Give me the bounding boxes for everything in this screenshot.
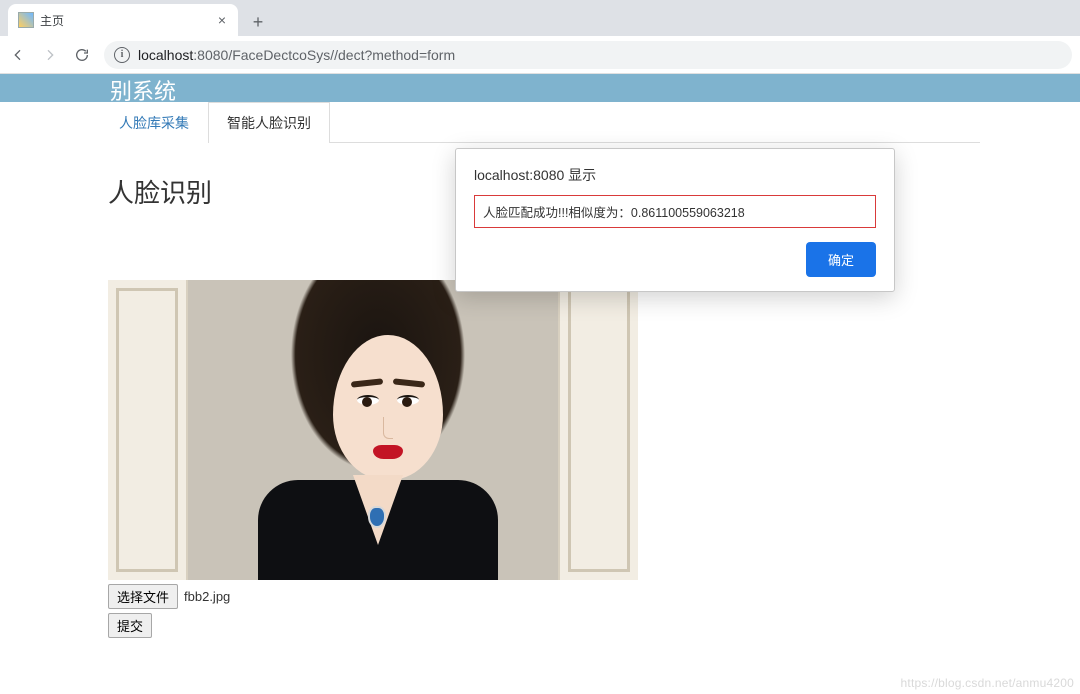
photo-bg-left (108, 280, 188, 580)
photo-brow (393, 378, 425, 387)
tab-title: 主页 (40, 12, 210, 29)
url-port: :8080 (193, 47, 228, 63)
browser-tab[interactable]: 主页 × (8, 4, 238, 36)
watermark: https://blog.csdn.net/anmu4200 (901, 676, 1074, 690)
forward-button[interactable] (40, 45, 60, 65)
address-bar[interactable]: i localhost:8080/FaceDectcoSys//dect?met… (104, 41, 1072, 69)
tab-smart-recognition[interactable]: 智能人脸识别 (208, 102, 330, 143)
uploaded-photo (108, 280, 638, 580)
submit-button[interactable]: 提交 (108, 613, 152, 638)
photo-bg-right (558, 280, 638, 580)
site-info-icon[interactable]: i (114, 47, 130, 63)
url-path: /FaceDectcoSys//dect?method=form (228, 47, 455, 63)
photo-eye (357, 395, 379, 405)
selected-filename: fbb2.jpg (184, 589, 230, 604)
dialog-actions: 确定 (474, 242, 876, 277)
url-text: localhost:8080/FaceDectcoSys//dect?metho… (138, 47, 455, 63)
alert-dialog: localhost:8080 显示 人脸匹配成功!!!相似度为：0.861100… (455, 148, 895, 292)
tabs-nav: 人脸库采集 智能人脸识别 (100, 102, 980, 143)
favicon-icon (18, 12, 34, 28)
banner-title: 别系统 (0, 74, 1080, 102)
browser-toolbar: i localhost:8080/FaceDectcoSys//dect?met… (0, 36, 1080, 74)
new-tab-button[interactable]: + (244, 8, 272, 36)
reload-icon (74, 47, 90, 63)
url-host: localhost (138, 47, 193, 63)
browser-chrome: 主页 × + i localhost:8080/FaceDectcoSys//d… (0, 0, 1080, 74)
dialog-title: localhost:8080 显示 (474, 165, 876, 185)
back-button[interactable] (8, 45, 28, 65)
dialog-confirm-button[interactable]: 确定 (806, 242, 876, 277)
photo-eye (397, 395, 419, 405)
arrow-left-icon (10, 47, 26, 63)
page-body: 别系统 人脸库采集 智能人脸识别 人脸识别 选择文件 fbb2.jpg (0, 74, 1080, 638)
photo-lips (373, 445, 403, 459)
file-input-row: 选择文件 fbb2.jpg (108, 584, 1080, 609)
tab-face-db[interactable]: 人脸库采集 (100, 102, 208, 143)
choose-file-button[interactable]: 选择文件 (108, 584, 178, 609)
photo-necklace (370, 508, 384, 526)
reload-button[interactable] (72, 45, 92, 65)
tab-bar: 主页 × + (0, 0, 1080, 36)
dialog-message: 人脸匹配成功!!!相似度为：0.861100559063218 (474, 195, 876, 228)
photo-nose (383, 417, 393, 439)
photo-brow (351, 378, 383, 387)
close-icon[interactable]: × (216, 12, 228, 28)
arrow-right-icon (42, 47, 58, 63)
